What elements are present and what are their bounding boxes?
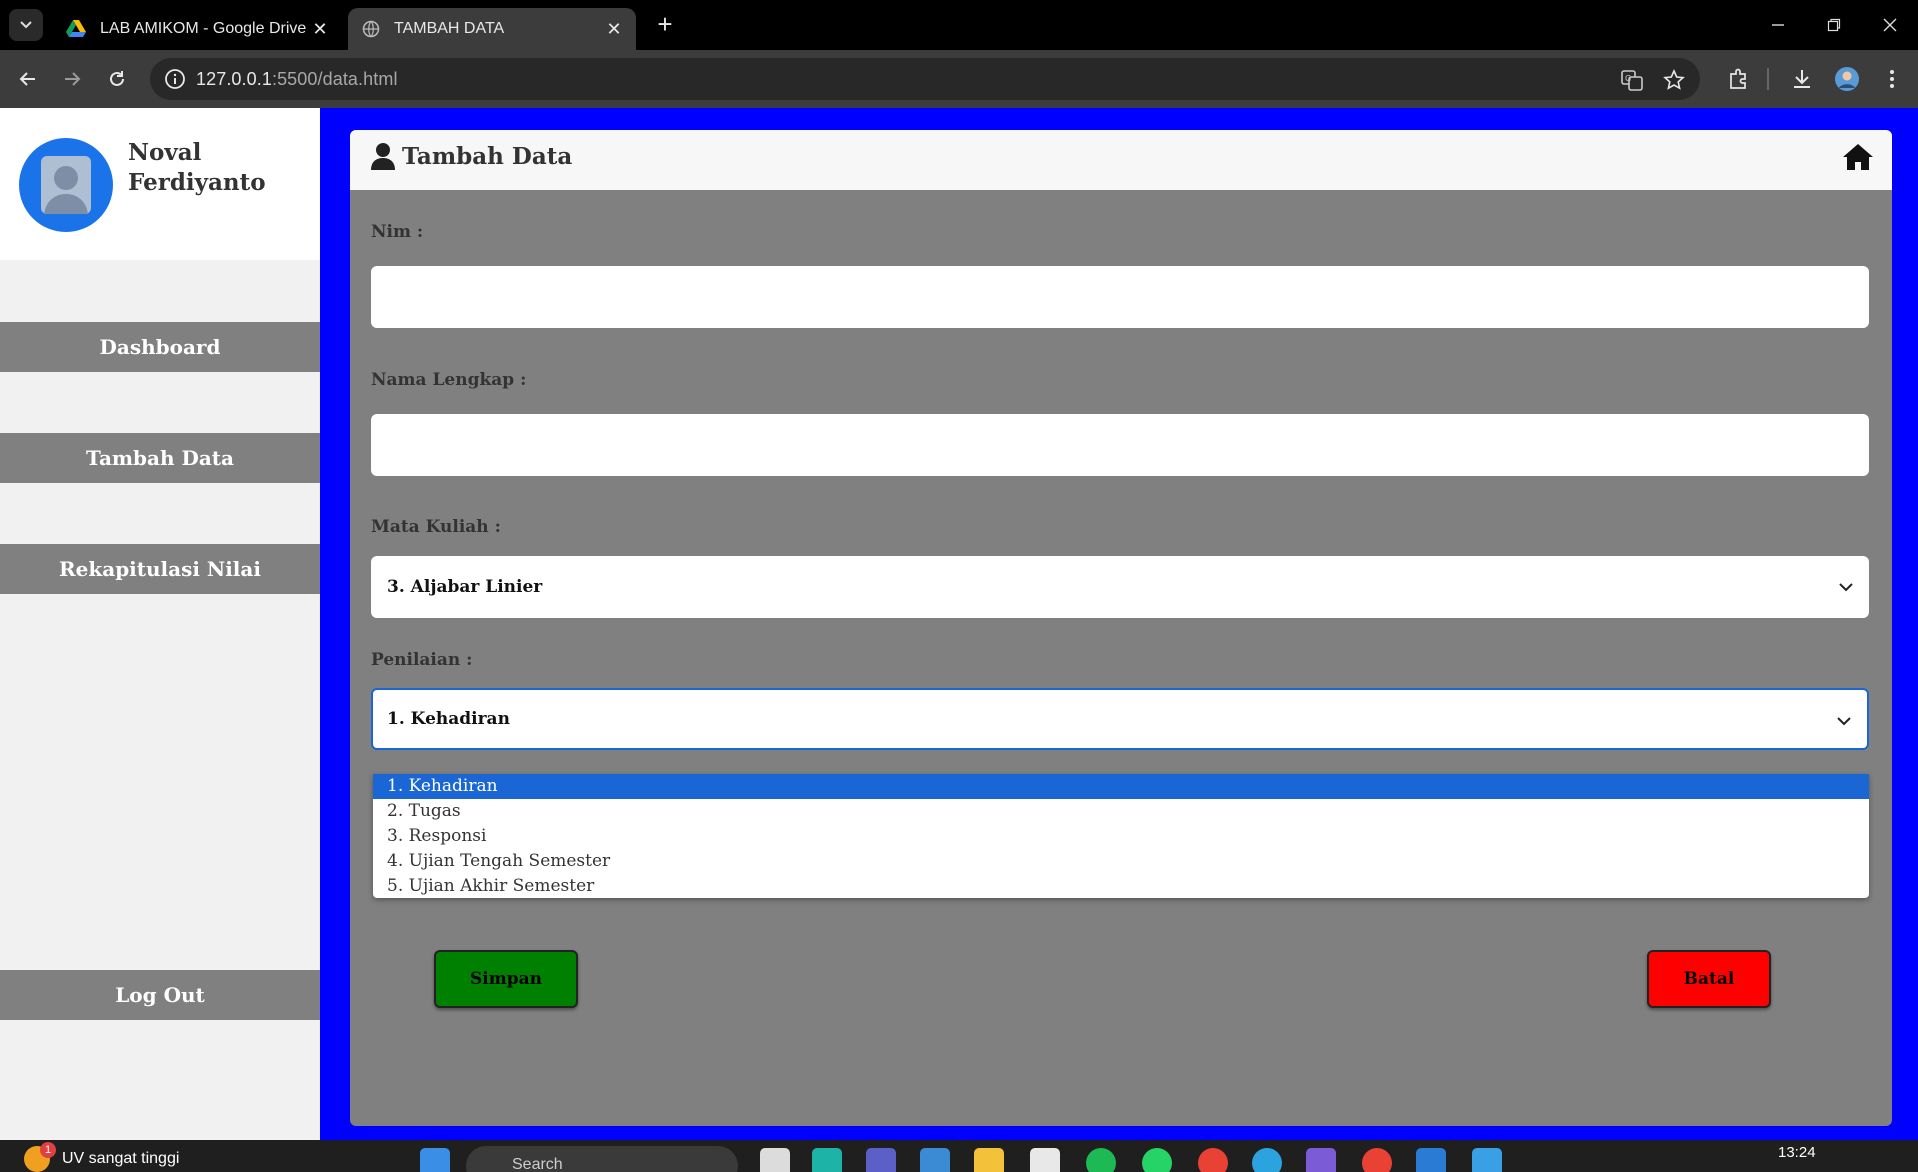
form-card: Tambah Data Nim : Nama Lengkap : Mata Ku… [350, 130, 1892, 1126]
close-tab-icon[interactable]: ✕ [604, 19, 624, 39]
tab-search-button[interactable] [9, 9, 43, 41]
minimize-icon[interactable] [1758, 10, 1798, 40]
dropdown-option[interactable]: 4. Ujian Tengah Semester [373, 849, 1869, 874]
url-host: 127.0.0.1 [196, 69, 272, 89]
reload-button[interactable] [101, 63, 133, 95]
arrow-right-icon [65, 72, 81, 86]
profile-section: Noval Ferdiyanto [0, 108, 320, 260]
taskbar-search[interactable]: Search [466, 1146, 738, 1172]
tab-title: TAMBAH DATA [394, 20, 505, 37]
notepad-icon[interactable] [1030, 1148, 1060, 1172]
arrow-left-icon [19, 72, 35, 86]
save-button[interactable]: Simpan [434, 950, 578, 1008]
user-icon [371, 143, 395, 170]
mata-kuliah-value: 3. Aljabar Linier [387, 577, 543, 597]
mata-kuliah-label: Mata Kuliah : [371, 517, 501, 537]
task-view-icon[interactable] [760, 1148, 790, 1172]
telegram-icon[interactable] [1252, 1148, 1282, 1172]
sidebar-item-dashboard[interactable]: Dashboard [0, 322, 320, 372]
extensions-icon[interactable] [1724, 65, 1752, 93]
app-icon[interactable] [920, 1148, 950, 1172]
app-icon[interactable] [1472, 1148, 1502, 1172]
back-button[interactable] [12, 63, 44, 95]
dropdown-option[interactable]: 2. Tugas [373, 799, 1869, 824]
chevron-down-icon [1839, 583, 1853, 592]
notification-badge: 1 [40, 1142, 56, 1158]
penilaian-dropdown: 1. Kehadiran 2. Tugas 3. Responsi 4. Uji… [373, 774, 1869, 898]
clock[interactable]: 13:24 [1778, 1144, 1816, 1161]
teams-icon[interactable] [866, 1148, 896, 1172]
nama-lengkap-input[interactable] [371, 414, 1869, 476]
nim-label: Nim : [371, 222, 424, 242]
card-header: Tambah Data [350, 130, 1892, 190]
site-info-icon[interactable] [164, 68, 186, 90]
taskbar-search-text: Search [512, 1156, 563, 1172]
edge-icon[interactable] [812, 1148, 842, 1172]
chrome-active-icon[interactable] [1362, 1148, 1392, 1172]
globe-icon [362, 20, 380, 38]
url-path: :5500/data.html [271, 69, 398, 89]
user-name: Noval Ferdiyanto [128, 139, 266, 196]
sun-icon: 1 [24, 1142, 56, 1172]
browser-titlebar: LAB AMIKOM - Google Drive ✕ TAMBAH DATA … [0, 0, 1918, 50]
sidebar-item-logout[interactable]: Log Out [0, 970, 320, 1020]
chrome-icon[interactable] [1198, 1148, 1228, 1172]
toolbar-divider [1767, 68, 1769, 90]
forward-button[interactable] [56, 63, 88, 95]
weather-text: UV sangat tinggi [62, 1150, 180, 1167]
chevron-down-icon [20, 21, 32, 29]
file-explorer-icon[interactable] [974, 1148, 1004, 1172]
page-viewport: Noval Ferdiyanto Dashboard Tambah Data R… [0, 108, 1918, 1140]
penilaian-value: 1. Kehadiran [387, 709, 510, 729]
penilaian-label: Penilaian : [371, 650, 473, 670]
sidebar: Noval Ferdiyanto Dashboard Tambah Data R… [0, 108, 320, 1140]
avatar [19, 138, 113, 232]
close-tab-icon[interactable]: ✕ [310, 19, 330, 39]
tab-title: LAB AMIKOM - Google Drive [100, 20, 307, 37]
tab-google-drive[interactable]: LAB AMIKOM - Google Drive ✕ [52, 8, 342, 50]
nama-lengkap-label: Nama Lengkap : [371, 370, 527, 390]
spotify-icon[interactable] [1086, 1148, 1116, 1172]
cancel-button[interactable]: Batal [1647, 950, 1771, 1008]
reload-icon [110, 71, 124, 86]
restore-icon[interactable] [1814, 10, 1854, 40]
new-tab-button[interactable]: + [652, 11, 678, 38]
page-title: Tambah Data [370, 142, 572, 170]
user-avatar-icon [41, 156, 91, 214]
close-window-icon[interactable] [1870, 10, 1910, 40]
google-drive-icon [66, 20, 86, 37]
browser-toolbar: 127.0.0.1:5500/data.html G [0, 50, 1918, 108]
penilaian-select[interactable]: 1. Kehadiran [371, 688, 1869, 750]
bookmark-star-icon[interactable] [1662, 68, 1686, 92]
svg-text:G: G [1625, 74, 1631, 83]
more-menu-icon[interactable] [1878, 65, 1906, 93]
page-title-text: Tambah Data [402, 142, 573, 170]
vscode-icon[interactable] [1416, 1148, 1446, 1172]
weather-widget[interactable]: 1 UV sangat tinggi [24, 1142, 180, 1172]
whatsapp-icon[interactable] [1142, 1148, 1172, 1172]
tab-tambah-data[interactable]: TAMBAH DATA ✕ [348, 8, 636, 50]
address-bar[interactable]: 127.0.0.1:5500/data.html G [150, 58, 1700, 100]
start-icon[interactable] [420, 1148, 450, 1172]
app-icon[interactable] [1306, 1148, 1336, 1172]
mata-kuliah-select[interactable]: 3. Aljabar Linier [371, 556, 1869, 618]
dropdown-option[interactable]: 1. Kehadiran [373, 774, 1869, 799]
sidebar-item-rekapitulasi-nilai[interactable]: Rekapitulasi Nilai [0, 544, 320, 594]
nim-input[interactable] [371, 266, 1869, 328]
sidebar-item-tambah-data[interactable]: Tambah Data [0, 433, 320, 483]
home-icon[interactable] [1842, 142, 1874, 172]
chevron-down-icon [1837, 717, 1851, 726]
dropdown-option[interactable]: 3. Responsi [373, 824, 1869, 849]
taskbar: 1 UV sangat tinggi Search 13:24 [0, 1140, 1918, 1172]
profile-avatar-icon[interactable] [1833, 65, 1861, 93]
download-icon[interactable] [1788, 65, 1816, 93]
dropdown-option[interactable]: 5. Ujian Akhir Semester [373, 874, 1869, 899]
url-text[interactable]: 127.0.0.1:5500/data.html [196, 69, 398, 90]
translate-icon[interactable]: G [1620, 68, 1644, 92]
